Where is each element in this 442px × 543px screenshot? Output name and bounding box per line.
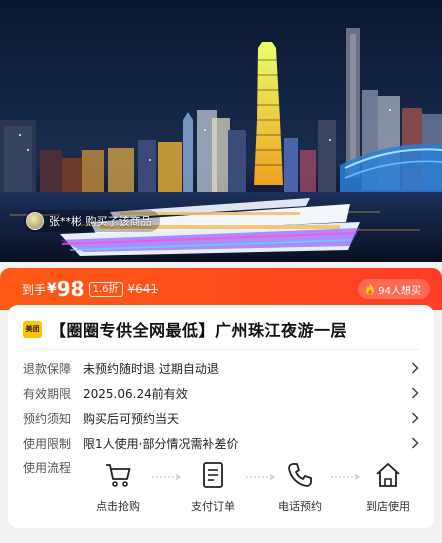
discount-badge: 1.6折 — [88, 281, 123, 297]
info-row-refund[interactable]: 退款保障 未预约随时退 过期自动退 — [23, 358, 419, 378]
deal-price: 98 — [56, 277, 85, 301]
info-value: 2025.06.24前有效 — [83, 386, 188, 401]
price-prefix: 到手 — [22, 282, 47, 297]
buyer-notice-text: 张**彬 购买了该商品 — [49, 215, 152, 228]
info-value: 购买后可预约当天 — [83, 411, 180, 426]
hero-image[interactable]: 张**彬 购买了该商品 — [0, 0, 442, 262]
flow-step-visit: 到店使用 — [358, 460, 418, 514]
cart-icon — [106, 464, 131, 487]
buyer-avatar — [26, 212, 44, 230]
price-currency: ¥ — [47, 281, 57, 297]
flow-arrow-icon — [152, 474, 181, 480]
store-icon — [376, 463, 400, 487]
product-title-row: 美团 【圈圈专供全网最低】广州珠江夜游一层 — [23, 317, 347, 341]
chevron-right-icon — [411, 437, 419, 449]
chevron-right-icon — [411, 412, 419, 424]
usage-flow: 点击抢购 支付订单 电话预约 到店使用 — [88, 460, 418, 520]
info-row-usage-limit[interactable]: 使用限制 限1人使用·部分情况需补差价 — [23, 433, 419, 453]
product-detail-page: 张**彬 购买了该商品 到手 ¥ 98 1.6折 ¥641 94人想买 美团 【… — [0, 0, 442, 543]
price-bar: 到手 ¥ 98 1.6折 ¥641 94人想买 — [0, 268, 442, 310]
flow-step-label: 支付订单 — [191, 500, 235, 513]
info-row-validity[interactable]: 有效期限 2025.06.24前有效 — [23, 383, 419, 403]
info-label: 使用限制 — [23, 436, 72, 451]
info-label: 预约须知 — [23, 411, 72, 426]
info-label: 有效期限 — [23, 386, 72, 401]
flow-step-pay: 支付订单 — [183, 460, 243, 514]
chevron-right-icon — [411, 387, 419, 399]
order-icon — [203, 462, 223, 488]
flow-step-label: 到店使用 — [366, 500, 410, 513]
info-value: 未预约随时退 过期自动退 — [83, 361, 219, 376]
chevron-right-icon — [411, 362, 419, 374]
flow-step-label: 点击抢购 — [96, 500, 140, 513]
buyer-notice: 张**彬 购买了该商品 — [24, 210, 160, 232]
want-count-badge: 94人想买 — [358, 279, 430, 299]
product-info-card: 美团 【圈圈专供全网最低】广州珠江夜游一层 退款保障 未预约随时退 过期自动退 … — [8, 305, 434, 528]
flow-arrow-icon — [331, 474, 360, 480]
info-row-booking[interactable]: 预约须知 购买后可预约当天 — [23, 408, 419, 428]
product-title: 【圈圈专供全网最低】广州珠江夜游一层 — [50, 321, 348, 340]
want-count-text: 94人想买 — [378, 285, 421, 297]
flow-step-buy: 点击抢购 — [88, 460, 148, 514]
divider — [23, 349, 419, 350]
phone-icon — [288, 463, 312, 487]
info-value: 限1人使用·部分情况需补差价 — [83, 436, 239, 451]
usage-flow-label: 使用流程 — [23, 461, 72, 475]
meituan-logo: 美团 — [23, 320, 42, 338]
flow-step-label: 电话预约 — [278, 500, 322, 513]
flame-icon — [366, 283, 375, 295]
bottom-spacer — [0, 536, 442, 543]
original-price: ¥641 — [127, 282, 159, 296]
flow-step-call: 电话预约 — [270, 460, 330, 514]
info-label: 退款保障 — [23, 361, 72, 376]
